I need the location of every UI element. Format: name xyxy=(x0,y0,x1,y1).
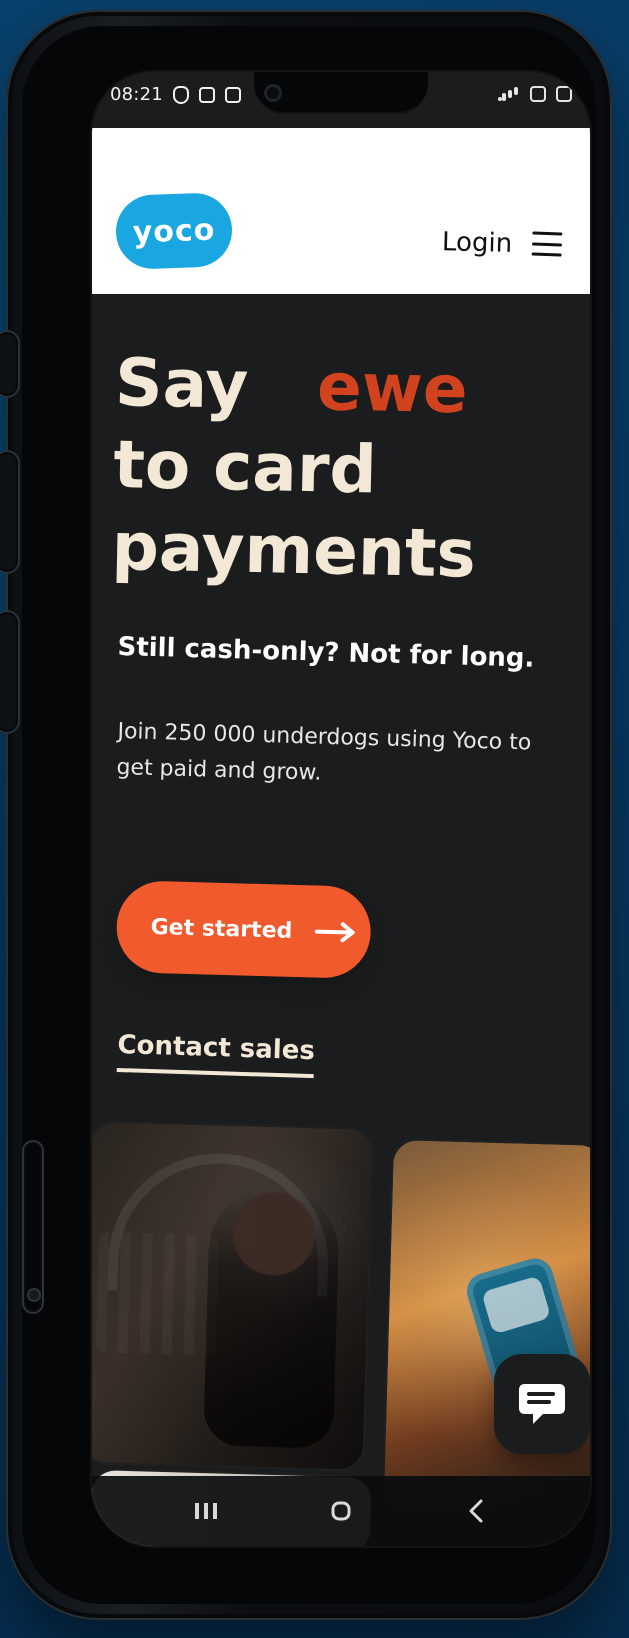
chat-icon xyxy=(519,1384,565,1424)
site-header: yoco Login xyxy=(92,128,590,294)
status-time: 08:21 xyxy=(110,84,163,105)
hamburger-line xyxy=(531,252,562,257)
hamburger-line xyxy=(531,241,563,247)
cast-icon xyxy=(224,86,241,103)
status-left: 08:21 xyxy=(110,84,241,105)
hamburger-menu-icon[interactable] xyxy=(531,231,563,257)
status-bar: 08:21 xyxy=(92,72,590,128)
brand-logo-text: yoco xyxy=(132,212,216,250)
side-button-volume-down xyxy=(0,610,20,734)
home-button[interactable] xyxy=(317,1494,365,1528)
hero-body: Join 250 000 underdogs using Yoco to get… xyxy=(116,718,532,786)
phone-frame: 08:21 yoco Login Say ewe to card payment… xyxy=(0,10,612,1620)
arrow-right-icon xyxy=(314,922,355,943)
battery-icon xyxy=(556,86,572,102)
home-icon xyxy=(331,1501,351,1521)
photo-person xyxy=(203,1185,341,1449)
camera-icon xyxy=(264,84,282,102)
get-started-label: Get started xyxy=(150,914,293,944)
sim-tray xyxy=(22,1140,44,1314)
hamburger-line xyxy=(532,231,563,236)
side-button-volume-up xyxy=(0,450,20,574)
wifi-icon xyxy=(530,86,546,102)
sim-eject-hole xyxy=(27,1288,41,1302)
headline-line-1: Say ewe xyxy=(114,342,480,432)
headline-accent: ewe xyxy=(316,348,469,429)
back-button[interactable] xyxy=(452,1494,500,1528)
image-icon xyxy=(198,86,215,103)
chat-button[interactable] xyxy=(494,1354,590,1454)
shield-icon xyxy=(172,85,189,104)
photo-card-payment xyxy=(383,1140,590,1516)
contact-sales-link[interactable]: Contact sales xyxy=(116,1030,315,1079)
headline-line-2: to card xyxy=(112,425,378,509)
brand-logo[interactable]: yoco xyxy=(114,191,234,271)
side-button-top xyxy=(0,330,20,398)
photo-shelf xyxy=(95,1232,219,1356)
back-icon xyxy=(469,1499,483,1523)
headline-spacer xyxy=(270,347,295,424)
recent-apps-icon xyxy=(194,1503,217,1519)
get-started-button[interactable]: Get started xyxy=(115,880,372,980)
hero-headline: Say ewe to card payments xyxy=(111,342,480,596)
login-link[interactable]: Login xyxy=(442,227,513,259)
android-nav-bar xyxy=(92,1476,590,1546)
phone-screen: 08:21 yoco Login Say ewe to card payment… xyxy=(92,72,590,1546)
signal-icon xyxy=(498,87,520,101)
recent-apps-button[interactable] xyxy=(182,1494,230,1528)
headline-say: Say xyxy=(114,343,250,424)
photo-bartender xyxy=(92,1122,372,1470)
status-right xyxy=(498,86,572,102)
headline-line-3: payments xyxy=(110,507,477,593)
